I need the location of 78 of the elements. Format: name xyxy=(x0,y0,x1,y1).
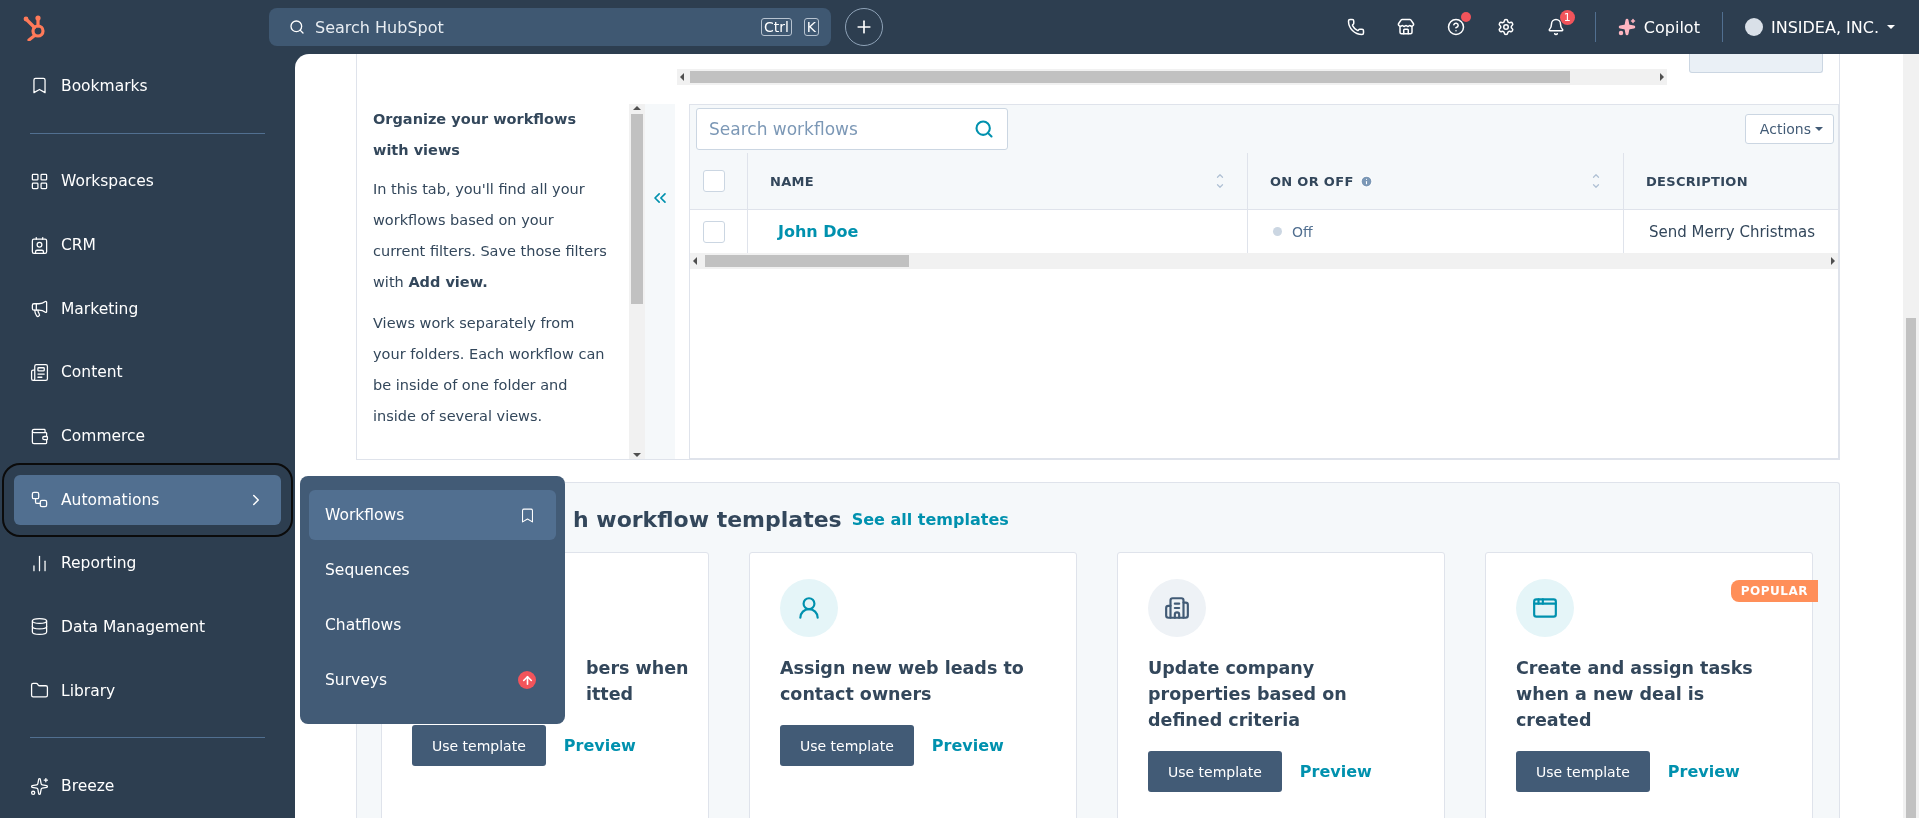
use-template-button[interactable]: Use template xyxy=(1148,751,1282,792)
settings-icon[interactable] xyxy=(1496,18,1515,36)
scroll-arrow-icon[interactable] xyxy=(680,73,684,81)
checkbox[interactable] xyxy=(703,170,725,192)
checkbox[interactable] xyxy=(703,220,725,243)
sidebar-item[interactable]: Breeze xyxy=(14,761,281,812)
search-icon[interactable] xyxy=(974,119,994,139)
account-menu[interactable]: INSIDEA, INC. xyxy=(1736,17,1919,37)
help-icon[interactable] xyxy=(1446,18,1465,36)
submenu-item[interactable]: Workflows xyxy=(309,490,556,540)
use-template-button[interactable]: Use template xyxy=(412,725,546,766)
search-icon xyxy=(289,19,305,35)
page-scrollbar[interactable] xyxy=(1903,54,1919,818)
database-icon xyxy=(30,617,49,637)
phone-icon[interactable] xyxy=(1346,18,1365,36)
sidebar-item[interactable]: Reporting xyxy=(14,538,281,589)
notification-badge: 1 xyxy=(1559,10,1575,25)
actions-button[interactable]: Actions xyxy=(1744,114,1834,144)
column-header[interactable]: NAME xyxy=(748,153,1248,210)
scroll-arrow-icon[interactable] xyxy=(693,257,697,265)
popular-badge: POPULAR xyxy=(1730,580,1818,602)
scroll-arrow-icon[interactable] xyxy=(1660,73,1664,81)
bar-chart-icon xyxy=(30,553,49,573)
scroll-arrow-icon[interactable] xyxy=(1831,257,1835,265)
card-title: Create and assign tasks when a new deal is created xyxy=(1516,657,1753,732)
wallet-icon xyxy=(30,426,49,446)
sidebar-item[interactable]: Marketing xyxy=(14,283,281,334)
preview-link[interactable]: Preview xyxy=(1299,762,1372,781)
preview-link[interactable]: Preview xyxy=(1667,762,1740,781)
status-text: Off xyxy=(1292,223,1313,240)
help-paragraph: In this tab, you'll find all your workflows based on your current filters. Save those filters with Add view. xyxy=(373,180,607,292)
section-heading: h workflow templates xyxy=(573,507,842,532)
use-template-button[interactable]: Use template xyxy=(1516,751,1650,792)
column-header[interactable]: DESCRIPTION xyxy=(1624,153,1838,210)
submenu-item[interactable]: Chatflows xyxy=(309,600,556,650)
bookmark-icon xyxy=(30,76,49,96)
workflow-name-link[interactable]: John Doe xyxy=(778,222,859,241)
horizontal-scrollbar[interactable] xyxy=(690,253,1838,269)
sparkle-icon xyxy=(30,776,49,796)
copilot-button[interactable]: Copilot xyxy=(1609,17,1708,37)
info-icon xyxy=(1359,174,1373,188)
sidebar-item[interactable]: Library xyxy=(14,665,281,716)
workflow-icon xyxy=(30,490,49,510)
sidebar-item[interactable]: Commerce xyxy=(14,411,281,461)
scroll-arrow-icon[interactable] xyxy=(633,453,641,457)
sidebar-item[interactable]: Data Management xyxy=(14,601,281,652)
megaphone-icon xyxy=(30,299,49,319)
grid-icon xyxy=(30,171,49,191)
bookmark-icon[interactable] xyxy=(519,506,536,524)
search-field[interactable]: Search HubSpot Ctrl K xyxy=(269,8,831,46)
preview-link[interactable]: Preview xyxy=(563,736,636,755)
sidebar-item[interactable]: Workspaces xyxy=(14,156,281,207)
table-cell: Send Merry Christmas xyxy=(1649,222,1816,241)
sidebar-item[interactable]: CRM xyxy=(14,220,281,271)
scroll-arrow-icon[interactable] xyxy=(633,106,641,110)
contact-card-icon xyxy=(30,235,49,255)
document-icon xyxy=(30,362,49,382)
sidebar-item[interactable]: Bookmarks xyxy=(14,60,281,111)
search-field[interactable]: Search workflows xyxy=(696,108,1008,150)
panel-title: Organize your workflows with views xyxy=(373,110,578,160)
submenu-item[interactable]: Surveys xyxy=(309,655,556,705)
sidebar-item[interactable]: Automations xyxy=(14,474,281,525)
help-paragraph: Views work separately from your folders. Each workflow can be inside of one folder and inside of several views. xyxy=(373,314,606,426)
use-template-button[interactable]: Use template xyxy=(780,725,914,766)
sidebar-item[interactable]: Content xyxy=(14,347,281,398)
vertical-scrollbar[interactable] xyxy=(629,104,645,459)
column-header[interactable]: ON OR OFF xyxy=(1248,153,1624,210)
card-title: Update company properties based on defined criteria xyxy=(1148,657,1347,732)
store-icon[interactable] xyxy=(1396,18,1415,36)
card-title: bers when itted xyxy=(586,657,689,706)
sparkle-icon xyxy=(1617,18,1636,36)
keyboard-key: K xyxy=(803,18,819,36)
bell-icon[interactable] xyxy=(1546,18,1565,36)
horizontal-scrollbar[interactable] xyxy=(677,69,1667,85)
submenu-item[interactable]: Sequences xyxy=(309,545,556,595)
preview-link[interactable]: Preview xyxy=(931,736,1004,755)
card-title: Assign new web leads to contact owners xyxy=(780,657,1024,706)
keyboard-key: Ctrl xyxy=(760,18,792,36)
